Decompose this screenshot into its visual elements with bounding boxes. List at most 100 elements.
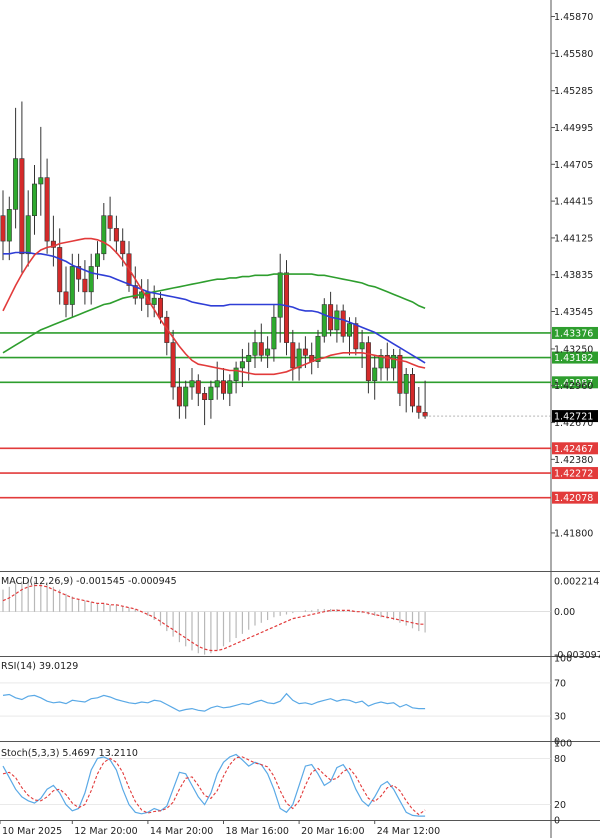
- candle-body-9: [57, 247, 63, 293]
- price-axis: 1.45870 1.45580 1.45285 1.44995 1.44705 1.444…: [551, 12, 593, 539]
- macd-tick-label-0: 0.002214: [554, 577, 599, 588]
- candle-body-11: [69, 266, 75, 305]
- time-tick-label-1: 12 Mar 20:00: [74, 826, 137, 837]
- candle-body-48: [302, 348, 308, 356]
- price-tick-label-8: 1.43545: [554, 307, 593, 318]
- rsi-title: RSI(14) 39.0129: [1, 661, 78, 672]
- candle-body-29: [183, 386, 189, 407]
- price-tick-label-5: 1.44415: [554, 197, 593, 208]
- price-tick-label-10: 1.42960: [554, 381, 593, 392]
- price-tick-label-7: 1.43835: [554, 270, 593, 281]
- price-tick-label-0: 1.45870: [554, 12, 593, 23]
- rsi-tick-label-0: 100: [554, 654, 572, 665]
- candle-body-50: [315, 335, 321, 362]
- candle-body-42: [265, 348, 271, 356]
- price-tick-label-1: 1.45580: [554, 49, 593, 60]
- candle-body-66: [416, 405, 422, 413]
- candle-body-44: [277, 272, 283, 318]
- candlestick-series: [0, 101, 428, 426]
- candle-body-17: [107, 215, 113, 229]
- level-value-5: 1.42078: [554, 493, 593, 504]
- time-tick-label-4: 20 Mar 16:00: [301, 826, 364, 837]
- candle-body-27: [170, 342, 176, 388]
- price-tick-label-4: 1.44705: [554, 160, 593, 171]
- candle-body-18: [113, 228, 119, 242]
- candle-body-64: [403, 374, 409, 394]
- candle-body-55: [346, 323, 352, 337]
- candle-body-1: [6, 209, 12, 242]
- candle-body-53: [334, 310, 340, 331]
- candle-body-14: [88, 266, 94, 293]
- rsi-tick-label-2: 30: [554, 712, 566, 723]
- candle-body-62: [391, 354, 397, 369]
- level-value-4: 1.42272: [554, 469, 593, 480]
- last-price-marker: 1.42721: [425, 410, 598, 423]
- candle-body-25: [158, 297, 164, 318]
- time-tick-label-3: 18 Mar 16:00: [226, 826, 289, 837]
- rsi-panel: 10070300: [0, 654, 572, 748]
- candle-body-33: [208, 386, 214, 400]
- forex-chart: 1.433761.431821.429871.424671.422721.420…: [0, 0, 600, 838]
- stoch-tick-label-2: 20: [554, 800, 566, 811]
- macd-panel: 0.0022140.00-0.003097: [0, 577, 600, 661]
- candle-body-47: [296, 348, 302, 369]
- candle-body-16: [101, 215, 107, 255]
- stoch-tick-label-3: 0: [554, 816, 560, 827]
- candle-body-6: [38, 177, 44, 185]
- candle-body-67: [422, 412, 428, 417]
- candle-body-24: [151, 297, 157, 305]
- price-tick-label-3: 1.44995: [554, 123, 593, 134]
- macd-title: MACD(12,26,9) -0.001545 -0.000945: [1, 576, 177, 587]
- candle-body-19: [120, 240, 126, 255]
- stoch-title: Stoch(5,3,3) 5.4697 13.2110: [1, 748, 138, 759]
- rsi-tick-label-1: 70: [554, 678, 566, 689]
- candle-body-28: [176, 386, 182, 407]
- price-tick-label-12: 1.42380: [554, 455, 593, 466]
- price-tick-label-2: 1.45285: [554, 86, 593, 97]
- candle-body-43: [271, 316, 277, 350]
- stoch-tick-label-1: 80: [554, 754, 566, 765]
- candle-body-10: [63, 291, 69, 305]
- candle-body-31: [195, 380, 201, 394]
- price-tick-label-6: 1.44125: [554, 233, 593, 244]
- candle-body-30: [189, 380, 195, 388]
- stoch-d-line: [2, 756, 426, 816]
- candle-body-56: [353, 323, 359, 350]
- candle-body-54: [340, 310, 346, 337]
- candle-body-13: [82, 278, 88, 293]
- candle-body-32: [202, 393, 208, 401]
- level-value-3: 1.42467: [554, 444, 593, 455]
- level-value-0: 1.43376: [554, 328, 593, 339]
- candle-body-41: [258, 342, 264, 356]
- time-tick-label-2: 14 Mar 20:00: [150, 826, 213, 837]
- candle-body-59: [372, 367, 378, 381]
- candle-body-2: [13, 158, 19, 210]
- stoch-k-line: [2, 753, 426, 817]
- last-price-value: 1.42721: [554, 412, 593, 423]
- panel-frames: [0, 0, 600, 838]
- candle-body-38: [239, 361, 245, 369]
- candle-body-7: [44, 177, 50, 242]
- time-tick-label-5: 24 Mar 12:00: [377, 826, 440, 837]
- stoch-tick-label-0: 100: [554, 739, 572, 750]
- candle-body-34: [214, 380, 220, 388]
- candle-body-40: [252, 342, 258, 356]
- candle-body-15: [95, 253, 101, 267]
- candle-body-65: [409, 374, 415, 407]
- candle-body-36: [227, 380, 233, 394]
- candle-body-4: [25, 215, 31, 255]
- candle-body-51: [321, 304, 327, 337]
- price-tick-label-9: 1.43250: [554, 344, 593, 355]
- candle-body-0: [0, 215, 6, 242]
- candle-body-46: [290, 342, 296, 369]
- candle-body-57: [359, 342, 365, 350]
- candle-body-35: [221, 380, 227, 394]
- candle-body-45: [283, 272, 289, 343]
- candle-body-39: [246, 354, 252, 362]
- time-axis: 10 Mar 2025 12 Mar 20:00 14 Mar 20:00 18 Ma…: [0, 820, 440, 837]
- macd-tick-label-1: 0.00: [554, 607, 575, 618]
- time-tick-label-0: 10 Mar 2025: [2, 826, 62, 837]
- candle-body-3: [19, 158, 25, 255]
- rsi-line: [2, 692, 426, 712]
- candle-body-58: [365, 342, 371, 381]
